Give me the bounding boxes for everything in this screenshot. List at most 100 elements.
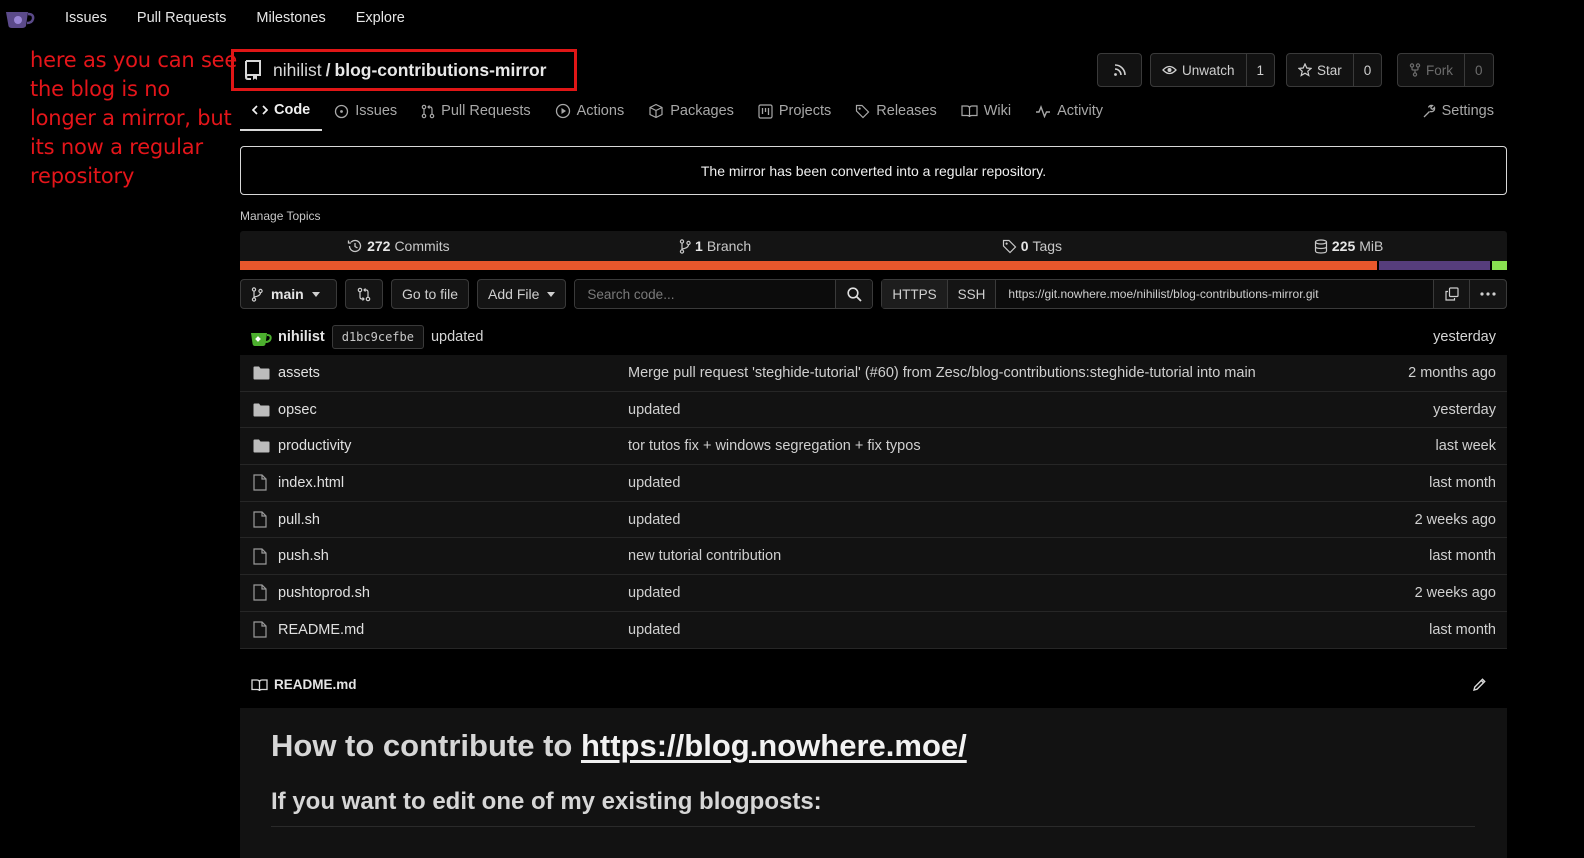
tags-label: Tags [1032, 238, 1063, 254]
commits-label: Commits [394, 238, 450, 254]
file-commit-message[interactable]: updated [628, 512, 1415, 528]
copy-icon [1444, 287, 1459, 301]
file-commit-message[interactable]: updated [628, 585, 1415, 601]
table-row: index.html updated last month [240, 465, 1507, 502]
tab-wiki-label: Wiki [983, 103, 1012, 119]
clone-url-field[interactable]: https://git.nowhere.moe/nihilist/blog-co… [996, 280, 1434, 308]
database-icon [1314, 238, 1328, 254]
package-icon [648, 103, 664, 119]
file-name-link[interactable]: pushtoprod.sh [278, 585, 628, 601]
pull-request-icon [421, 104, 435, 119]
language-bar[interactable] [240, 261, 1507, 270]
file-name-link[interactable]: push.sh [278, 548, 628, 564]
file-commit-message[interactable]: new tutorial contribution [628, 548, 1429, 564]
tag-icon [1002, 239, 1017, 254]
history-icon [347, 238, 363, 254]
tab-activity[interactable]: Activity [1023, 94, 1115, 128]
language-segment[interactable] [1378, 261, 1490, 270]
rss-button[interactable] [1097, 53, 1142, 87]
tab-packages[interactable]: Packages [636, 94, 746, 128]
file-commit-message[interactable]: updated [628, 622, 1429, 638]
file-name-link[interactable]: productivity [278, 438, 628, 454]
nav-milestones[interactable]: Milestones [241, 0, 340, 36]
file-icon [253, 548, 271, 565]
repo-owner-link[interactable]: nihilist [273, 60, 322, 81]
stat-tags[interactable]: 0 Tags [874, 231, 1191, 261]
stat-commits[interactable]: 272 Commits [240, 231, 557, 261]
nav-explore[interactable]: Explore [341, 0, 420, 36]
tag-icon [855, 104, 870, 119]
search-input[interactable] [575, 280, 836, 308]
forks-count[interactable]: 0 [1464, 54, 1493, 86]
add-file-dropdown[interactable]: Add File [477, 279, 567, 309]
tab-actions[interactable]: Actions [543, 94, 637, 128]
unwatch-button[interactable]: Unwatch [1151, 54, 1246, 86]
tab-actions-label: Actions [576, 103, 625, 119]
eye-icon [1162, 64, 1177, 76]
nav-pull-requests[interactable]: Pull Requests [122, 0, 241, 36]
branch-selector[interactable]: main [240, 279, 337, 309]
repo-title-highlight: nihilist / blog-contributions-mirror [231, 49, 577, 91]
file-commit-time: yesterday [1433, 401, 1496, 418]
tab-issues-label: Issues [355, 103, 398, 119]
tab-issues[interactable]: Issues [322, 94, 409, 128]
file-icon [253, 584, 271, 602]
clone-ssh-button[interactable]: SSH [948, 280, 997, 308]
file-commit-time: last week [1435, 438, 1496, 455]
size-unit: MiB [1359, 238, 1384, 254]
project-board-icon [758, 103, 773, 119]
repo-name-link[interactable]: blog-contributions-mirror [335, 60, 547, 81]
file-commit-time: 2 weeks ago [1414, 511, 1496, 528]
branch-icon [251, 286, 263, 302]
fork-button[interactable]: Fork [1398, 54, 1464, 86]
readme-heading-2: If you want to edit one of my existing b… [271, 788, 1475, 827]
tab-projects-label: Projects [778, 103, 832, 119]
watchers-count[interactable]: 1 [1245, 54, 1275, 86]
search-button[interactable] [835, 280, 873, 308]
stat-branches[interactable]: 1 Branch [557, 231, 874, 261]
commit-message[interactable]: updated [431, 329, 483, 345]
file-commit-message[interactable]: updated [628, 475, 1429, 491]
file-commit-message[interactable]: Merge pull request 'steghide-tutorial' (… [628, 365, 1408, 381]
readme-title[interactable]: README.md [274, 677, 357, 692]
avatar[interactable] [250, 326, 272, 348]
tab-projects[interactable]: Projects [746, 94, 843, 128]
watch-group: Unwatch 1 [1150, 53, 1276, 87]
clone-https-button[interactable]: HTTPS [882, 280, 948, 308]
code-icon [252, 104, 268, 116]
star-button[interactable]: Star [1287, 54, 1353, 86]
issue-icon [334, 104, 349, 119]
file-name-link[interactable]: pull.sh [278, 512, 628, 528]
tab-settings[interactable]: Settings [1409, 94, 1506, 128]
file-commit-message[interactable]: tor tutos fix + windows segregation + fi… [628, 438, 1436, 454]
language-segment[interactable] [1491, 261, 1507, 270]
edit-pencil-icon[interactable] [1472, 677, 1487, 692]
file-name-link[interactable]: opsec [278, 402, 628, 418]
commit-author[interactable]: nihilist [278, 329, 325, 345]
compare-button[interactable] [345, 279, 383, 309]
stars-count[interactable]: 0 [1352, 54, 1382, 86]
go-to-file-button[interactable]: Go to file [391, 279, 470, 309]
commit-sha[interactable]: d1bc9cefbe [331, 324, 424, 349]
file-name-link[interactable]: assets [278, 365, 628, 381]
tab-wiki[interactable]: Wiki [949, 94, 1023, 128]
copy-url-button[interactable] [1434, 280, 1470, 308]
star-icon [1298, 63, 1312, 77]
nav-issues[interactable]: Issues [50, 0, 122, 36]
manage-topics-link[interactable]: Manage Topics [240, 209, 321, 223]
file-commit-time: last month [1429, 474, 1496, 491]
file-toolbar: main Go to file Add File HTTPS SSH https… [240, 279, 1507, 309]
readme-blog-link[interactable]: https://blog.nowhere.moe/ [581, 728, 967, 763]
file-icon [253, 474, 271, 492]
table-row: assets Merge pull request 'steghide-tutor… [240, 355, 1507, 392]
language-segment[interactable] [240, 261, 1377, 270]
gitea-logo-icon[interactable] [4, 6, 36, 30]
star-group: Star 0 [1286, 53, 1383, 87]
file-name-link[interactable]: index.html [278, 475, 628, 491]
file-name-link[interactable]: README.md [278, 622, 628, 638]
more-options-button[interactable] [1470, 280, 1506, 308]
tab-pull-requests[interactable]: Pull Requests [409, 94, 542, 128]
tab-code[interactable]: Code [240, 94, 323, 131]
tab-releases[interactable]: Releases [843, 94, 948, 128]
file-commit-message[interactable]: updated [628, 402, 1433, 418]
